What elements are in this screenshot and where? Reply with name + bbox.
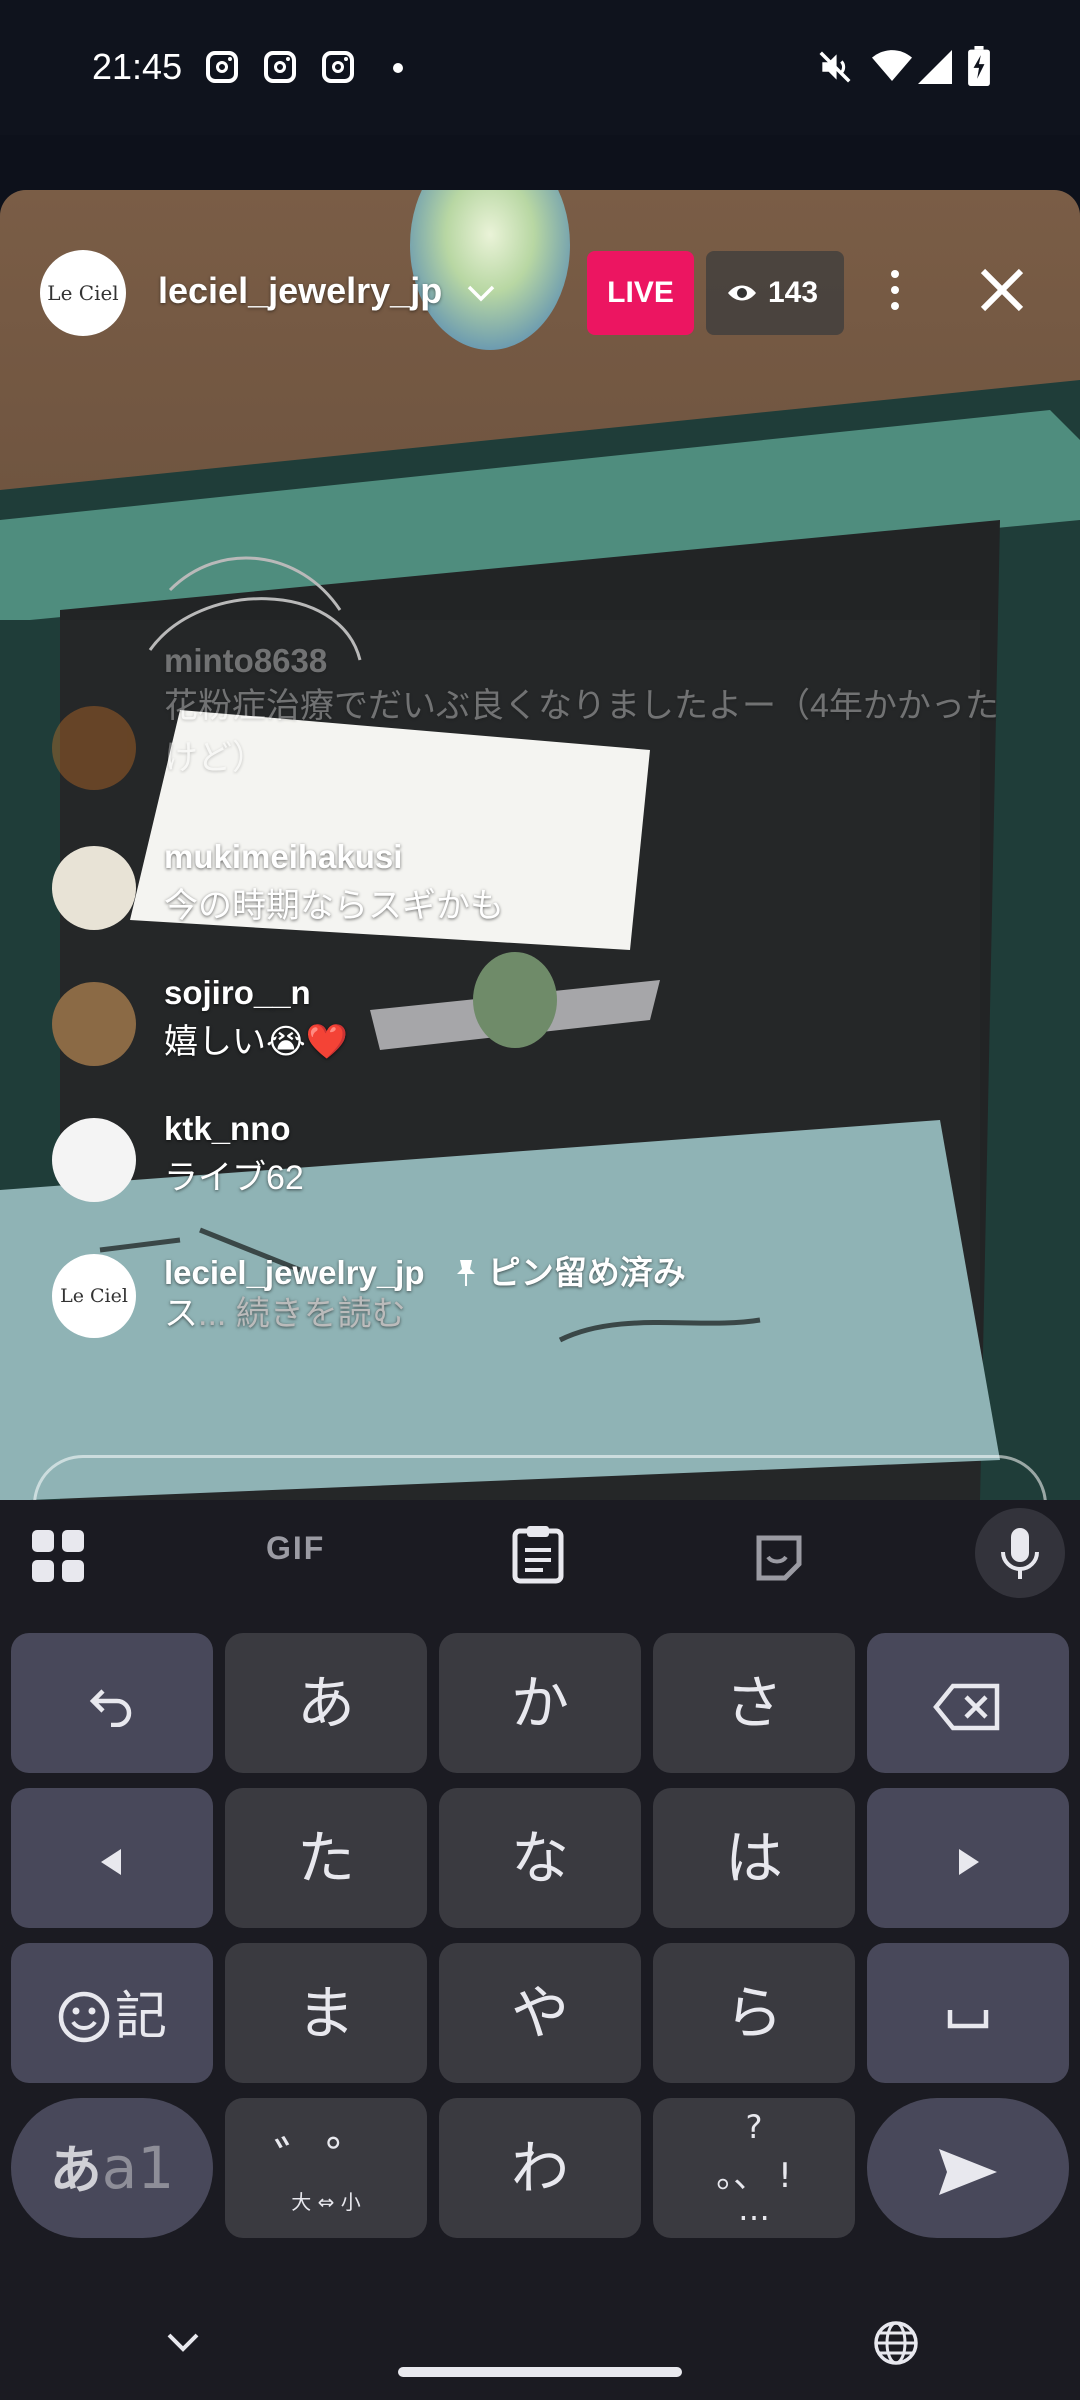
live-video[interactable]: Le Ciel leciel_jewelry_jp LIVE 143 minto…	[0, 190, 1080, 1500]
key-na[interactable]: な	[439, 1788, 641, 1928]
key-sa[interactable]: さ	[653, 1633, 855, 1773]
comment-username[interactable]: leciel_jewelry_jp ピン留め済み	[164, 1246, 686, 1294]
sticker-icon[interactable]	[754, 1528, 804, 1588]
battery-charging-icon	[968, 46, 990, 86]
emoji-key-label: 記	[114, 1986, 167, 2047]
account-username[interactable]: leciel_jewelry_jp	[158, 270, 496, 312]
gif-icon[interactable]: GIF	[266, 1530, 325, 1590]
mic-icon	[1001, 1528, 1039, 1579]
comment-text: 嬉しい😭❤️	[164, 1023, 349, 1061]
apps-icon[interactable]	[32, 1526, 84, 1586]
dakuten-key[interactable]: ゛゜ 大 ⇔ 小	[225, 2098, 427, 2238]
size-toggle-label: 大 ⇔ 小	[291, 2190, 361, 2214]
key-ra[interactable]: ら	[653, 1943, 855, 2083]
emoji-icon	[58, 1991, 110, 2043]
key-a[interactable]: あ	[225, 1633, 427, 1773]
globe-icon[interactable]	[873, 2320, 919, 2366]
viewer-count: 143	[768, 276, 819, 309]
send-key[interactable]	[867, 2098, 1069, 2238]
comment-username[interactable]: mukimeihakusi	[164, 838, 402, 876]
comment-username[interactable]: ktk_nno	[164, 1110, 291, 1148]
key-ka[interactable]: か	[439, 1633, 641, 1773]
comment-text: 花粉症治療でだいぶ良くなりましたよー（4年かかったけど）	[164, 687, 999, 777]
punctuation-key[interactable]: ? 。、 ! …	[653, 2098, 855, 2238]
status-bar: 21:45	[0, 0, 1080, 135]
backspace-key[interactable]	[867, 1633, 1069, 1773]
comment-avatar[interactable]	[52, 1118, 136, 1202]
chevron-down-icon	[467, 286, 495, 302]
signal-icon	[918, 50, 952, 84]
comment-username[interactable]: minto8638	[164, 642, 327, 680]
key-ha[interactable]: は	[653, 1788, 855, 1928]
undo-key[interactable]	[11, 1633, 213, 1773]
key-wa[interactable]: わ	[439, 2098, 641, 2238]
account-avatar[interactable]: Le Ciel	[40, 250, 126, 336]
input-mode-key[interactable]: あa1	[11, 2098, 213, 2238]
instagram-icon	[322, 51, 354, 83]
instagram-icon	[264, 51, 296, 83]
pin-icon	[456, 1260, 475, 1286]
dot-icon	[393, 63, 403, 73]
comment-input[interactable]	[33, 1455, 1047, 1500]
pinned-label: ピン留め済み	[454, 1254, 686, 1291]
key-ta[interactable]: た	[225, 1788, 427, 1928]
clipboard-icon[interactable]	[512, 1524, 564, 1584]
backspace-icon	[933, 1683, 1000, 1731]
system-nav-bar	[0, 2220, 1080, 2400]
comment-username-text: leciel_jewelry_jp	[164, 1254, 425, 1291]
comment-username[interactable]: sojiro__n	[164, 974, 311, 1012]
instagram-icon	[206, 51, 238, 83]
comment-text-start: ス	[164, 1295, 198, 1333]
mode-label-kana: あ	[49, 2141, 102, 2201]
close-icon[interactable]	[975, 263, 1029, 317]
space-icon	[947, 2009, 989, 2029]
right-arrow-key[interactable]	[867, 1788, 1069, 1928]
eye-icon	[728, 285, 756, 301]
status-time: 21:45	[92, 46, 183, 87]
mute-icon	[819, 51, 851, 83]
live-header: Le Ciel leciel_jewelry_jp LIVE 143	[0, 220, 1080, 336]
left-arrow-key[interactable]	[11, 1788, 213, 1928]
comment-text: ス... 続きを読む	[164, 1288, 1024, 1340]
dakuten-label: ゛゜	[273, 2133, 378, 2193]
comment-avatar[interactable]	[52, 706, 136, 790]
comment-text: ライブ62	[164, 1159, 304, 1197]
read-more-link[interactable]: ... 続きを読む	[198, 1295, 406, 1333]
more-options-button[interactable]	[880, 265, 910, 321]
keyboard-toolbar: GIF	[0, 1500, 1080, 1605]
avatar-text: Le Ciel	[60, 1285, 128, 1307]
pinned-text: ピン留め済み	[487, 1254, 686, 1291]
comment-avatar[interactable]	[52, 846, 136, 930]
key-ma[interactable]: ま	[225, 1943, 427, 2083]
comment-avatar[interactable]	[52, 982, 136, 1066]
mic-button[interactable]	[975, 1508, 1065, 1598]
right-arrow-icon	[959, 1848, 979, 1875]
avatar-text: Le Ciel	[47, 281, 119, 305]
username-text: leciel_jewelry_jp	[158, 270, 443, 311]
space-key[interactable]	[867, 1943, 1069, 2083]
home-handle[interactable]	[398, 2367, 682, 2377]
chevron-down-icon[interactable]	[166, 2330, 200, 2354]
comment-avatar[interactable]: Le Ciel	[52, 1254, 136, 1338]
live-badge: LIVE	[587, 251, 694, 335]
viewer-count-badge[interactable]: 143	[706, 251, 844, 335]
left-arrow-icon	[101, 1848, 121, 1875]
undo-icon	[89, 1689, 132, 1728]
mode-label-alnum: a1	[101, 2134, 175, 2202]
key-ya[interactable]: や	[439, 1943, 641, 2083]
punct-question: ?	[745, 2108, 763, 2146]
wifi-icon	[872, 50, 912, 81]
send-icon	[939, 2148, 997, 2195]
emoji-key[interactable]: 記	[11, 1943, 213, 2083]
comment-text: 今の時期ならスギかも	[164, 887, 504, 925]
